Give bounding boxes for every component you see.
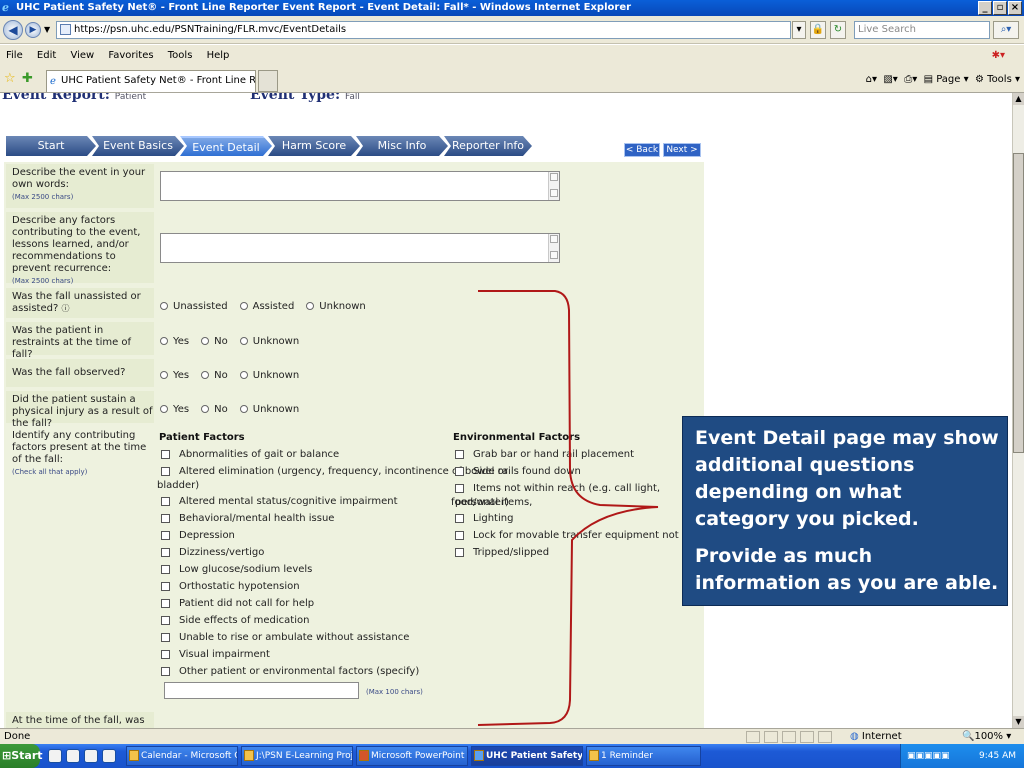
task-folder[interactable]: J:\PSN E-Learning Projec... [241, 746, 353, 766]
task-calendar[interactable]: Calendar - Microsoft Outl... [126, 746, 238, 766]
ie-quick-icon[interactable] [48, 749, 62, 763]
bracket-annotation [477, 290, 659, 726]
system-tray: ▣▣▣▣▣ 9:45 AM [900, 744, 1024, 768]
taskbar: ⊞Start Calendar - Microsoft Outl... J:\P… [0, 744, 1024, 768]
curly-bracket [477, 290, 659, 726]
powerpoint-icon [359, 750, 369, 761]
status-text: Done [4, 731, 31, 742]
task-uhc-browser[interactable]: UHC Patient Safety N... [471, 746, 583, 766]
start-button[interactable]: ⊞Start [0, 744, 43, 768]
callout-text-1: Event Detail page may show additional qu… [695, 427, 999, 530]
windows-logo-icon: ⊞ [2, 749, 12, 762]
clock: 9:45 AM [979, 751, 1016, 761]
zoom-level[interactable]: 🔍100% ▾ [962, 729, 1011, 745]
ie-icon [474, 750, 484, 761]
callout-box: Event Detail page may show additional qu… [682, 416, 1008, 606]
explorer-quick-icon[interactable] [84, 749, 98, 763]
callout-text-2: Provide as much information as you are a… [695, 545, 999, 594]
media-quick-icon[interactable] [102, 749, 116, 763]
quick-launch [48, 749, 116, 763]
internet-zone: ◍ Internet [850, 731, 902, 742]
outlook-quick-icon[interactable] [66, 749, 80, 763]
zoom-icon: 🔍 [962, 731, 975, 742]
reminder-bell-icon [589, 750, 599, 761]
task-powerpoint[interactable]: Microsoft PowerPoint - [L... [356, 746, 468, 766]
globe-icon: ◍ [850, 731, 859, 742]
task-reminder[interactable]: 1 Reminder [586, 746, 701, 766]
tray-icons[interactable]: ▣▣▣▣▣ [901, 744, 950, 768]
folder-icon [244, 750, 254, 761]
status-bar: Done ◍ Internet 🔍100% ▾ [0, 728, 1024, 744]
calendar-icon [129, 750, 139, 761]
